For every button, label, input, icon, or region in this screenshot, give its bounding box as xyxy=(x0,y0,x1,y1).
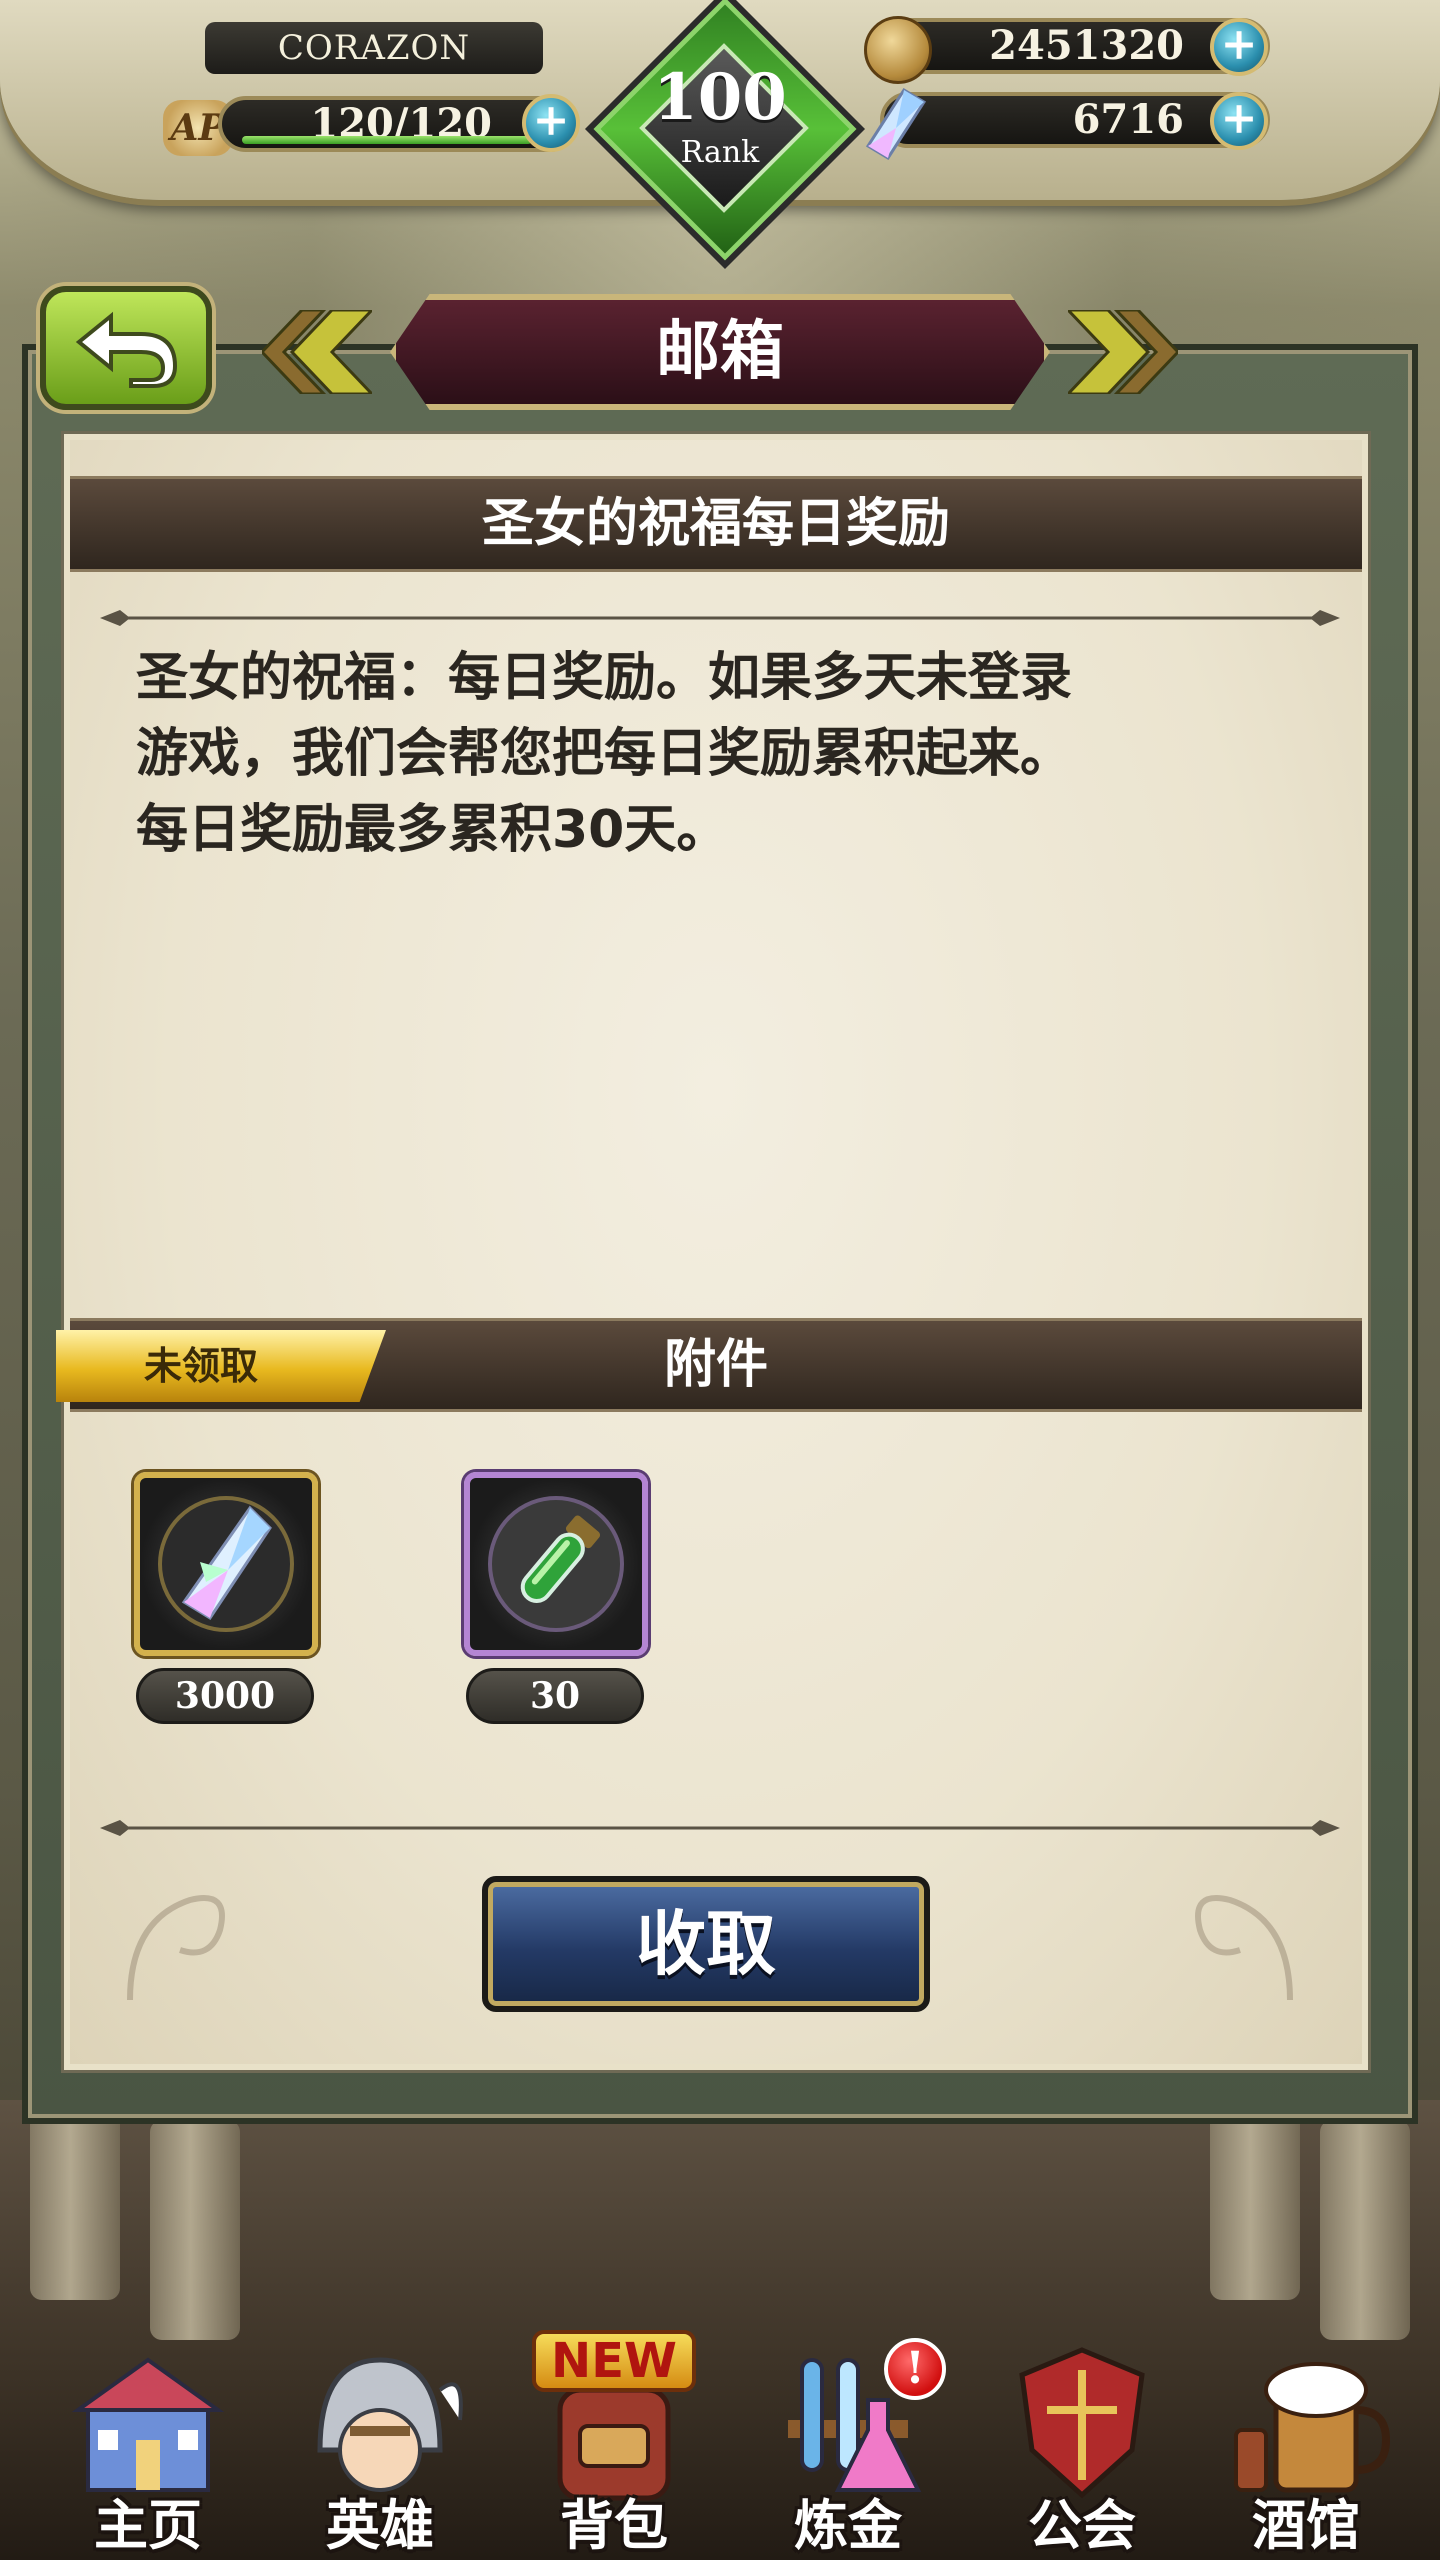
divider-ornament xyxy=(100,1820,1340,1836)
add-gold-button[interactable]: + xyxy=(1210,18,1268,76)
knight-helmet-icon xyxy=(317,2357,463,2492)
rank-badge: 100 Rank xyxy=(584,0,866,270)
gold-value: 2451320 xyxy=(989,22,1184,69)
nav-item-guild[interactable]: 公会 xyxy=(972,2320,1192,2560)
nav-label-home: 主页 xyxy=(94,2494,202,2557)
top-hud: CORAZON AP 120/120 + 100 Rank 2451320 + … xyxy=(0,0,1440,270)
rank-number: 100 xyxy=(653,60,787,135)
green-potion-icon xyxy=(488,1496,624,1632)
rank-label: Rank xyxy=(680,135,760,170)
castle-icon xyxy=(71,2357,225,2492)
gem-value: 6716 xyxy=(1072,96,1184,143)
nav-item-heroes[interactable]: 英雄 xyxy=(270,2320,490,2560)
mail-subject-bar: 圣女的祝福每日奖励 xyxy=(70,476,1362,572)
nav-item-tavern[interactable]: 酒馆 xyxy=(1196,2320,1416,2560)
crystal-icon xyxy=(158,1496,294,1632)
nav-item-alchemy[interactable]: ! 炼金 xyxy=(738,2320,958,2560)
pillar-decoration xyxy=(150,2120,240,2340)
crystal-gem-icon xyxy=(866,88,926,160)
back-arrow-icon xyxy=(75,311,178,388)
corner-flourish xyxy=(1195,1895,1293,2001)
gold-coin-icon xyxy=(864,16,932,84)
corner-flourish xyxy=(127,1895,225,2001)
attachment-quantity: 3000 xyxy=(136,1668,314,1724)
add-ap-button[interactable]: + xyxy=(522,94,580,152)
nav-label-guild: 公会 xyxy=(1028,2494,1136,2557)
new-badge: NEW xyxy=(532,2330,696,2392)
attachment-potion[interactable] xyxy=(464,1472,648,1656)
nav-label-heroes: 英雄 xyxy=(326,2494,434,2557)
player-name: CORAZON xyxy=(205,22,543,74)
nav-label-tavern: 酒馆 xyxy=(1252,2494,1360,2557)
tavern-beer-icon xyxy=(1234,2362,1391,2493)
guild-shield-icon xyxy=(1019,2347,1145,2499)
alert-badge: ! xyxy=(884,2338,946,2400)
bottom-nav: 主页 英雄 NEW 背包 ! 炼金 公会 酒馆 xyxy=(0,2320,1440,2560)
unclaimed-status-tag: 未领取 xyxy=(56,1330,386,1402)
nav-item-backpack[interactable]: NEW 背包 xyxy=(504,2320,724,2560)
mail-subject: 圣女的祝福每日奖励 xyxy=(481,494,950,554)
title-banner: 邮箱 xyxy=(262,288,1178,416)
add-gems-button[interactable]: + xyxy=(1210,92,1268,150)
ap-progress-fill xyxy=(242,136,532,144)
nav-item-home[interactable]: 主页 xyxy=(38,2320,258,2560)
claim-button[interactable]: 收取 xyxy=(482,1876,930,2012)
page-title: 邮箱 xyxy=(656,315,784,389)
attachment-quantity: 30 xyxy=(466,1668,644,1724)
divider-ornament xyxy=(100,610,1340,626)
back-button[interactable] xyxy=(40,286,212,410)
pillar-decoration xyxy=(1320,2120,1410,2340)
nav-label-backpack: 背包 xyxy=(560,2494,668,2557)
mail-body: 圣女的祝福：每日奖励。如果多天未登录 游戏，我们会帮您把每日奖励累积起来。 每日… xyxy=(136,648,1073,860)
nav-label-alchemy: 炼金 xyxy=(794,2494,902,2557)
attachment-crystal[interactable] xyxy=(134,1472,318,1656)
